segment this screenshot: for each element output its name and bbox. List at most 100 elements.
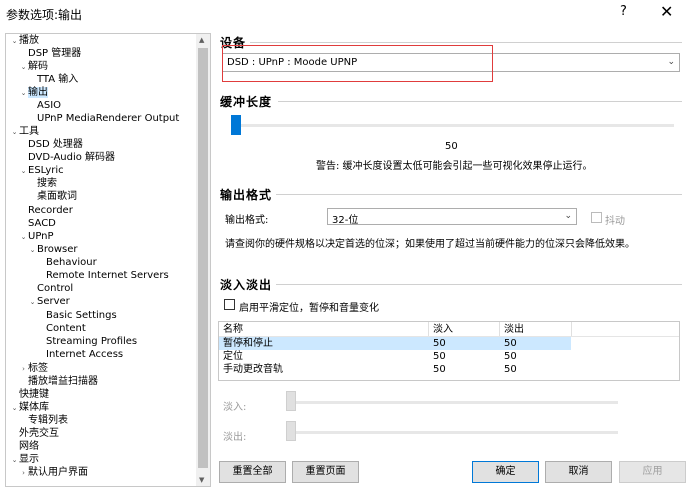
tree-item[interactable]: Streaming Profiles — [37, 335, 137, 348]
tree-item[interactable]: ⌄ 解码 — [19, 60, 48, 73]
chevron-down-icon[interactable]: ⌄ — [19, 231, 28, 244]
tree-item[interactable]: UPnP MediaRenderer Output — [28, 112, 179, 125]
tree-item[interactable]: SACD — [19, 217, 56, 230]
tree-item[interactable]: DSP 管理器 — [19, 47, 81, 60]
chevron-down-icon[interactable]: ⌄ — [10, 126, 19, 139]
fade-in-slider-track[interactable] — [290, 401, 618, 404]
tree-item[interactable]: ⌄ UPnP — [19, 230, 54, 243]
fade-section-title: 淡入淡出 — [220, 278, 273, 292]
tree-item[interactable]: ⌄ 播放 — [10, 34, 39, 47]
tree-item[interactable]: ⌄ 输出 — [19, 86, 48, 99]
bit-depth-select[interactable]: 32-位 ⌄ — [327, 208, 577, 226]
tree-item[interactable]: ⌄ 显示 — [10, 453, 39, 466]
tree-item[interactable]: 搜索 — [28, 177, 57, 190]
format-note: 请查阅你的硬件规格以决定首选的位深；如果使用了超过当前硬件能力的位深只会降低效果… — [225, 239, 635, 250]
tree-item[interactable]: Content — [37, 322, 86, 335]
chevron-down-icon[interactable]: ⌄ — [10, 402, 19, 415]
chevron-down-icon[interactable]: ⌄ — [28, 244, 37, 257]
scrollbar-thumb[interactable] — [198, 48, 208, 468]
tree-item-label: Basic Settings — [46, 310, 117, 321]
tree-item[interactable]: TTA 输入 — [28, 73, 78, 86]
chevron-down-icon[interactable]: ⌄ — [19, 61, 28, 74]
smooth-fade-label: 启用平滑定位，暂停和音量变化 — [239, 303, 379, 314]
dither-checkbox[interactable] — [591, 212, 602, 223]
tree-item[interactable]: ⌄ Browser — [28, 243, 78, 256]
tree-item-label: 输出 — [28, 87, 48, 98]
tree-item-label: Server — [37, 296, 70, 307]
tree-item[interactable]: ⌄ 媒体库 — [10, 401, 49, 414]
tree-item[interactable]: DSD 处理器 — [19, 138, 83, 151]
chevron-right-icon[interactable]: › — [19, 467, 28, 480]
ok-button[interactable]: 确定 — [472, 461, 539, 483]
preferences-tree: ⌄ 播放 DSP 管理器 ⌄ 解码 TTA 输入 ⌄ 输出 ASIO UPnP MediaRend… — [5, 33, 211, 487]
tree-item[interactable]: ⌄ Server — [28, 295, 70, 308]
tree-item[interactable]: Remote Internet Servers — [37, 269, 169, 282]
tree-item[interactable]: 桌面歌词 — [28, 190, 77, 203]
dither-label: 抖动 — [605, 216, 625, 227]
tree-item[interactable]: ⌄ 工具 — [10, 125, 39, 138]
row-fade-in: 50 — [433, 364, 446, 375]
tree-item-label: 快捷键 — [19, 389, 49, 400]
fade-table: 名称 淡入 淡出 暂停和停止 50 50 定位 50 50 手动更改音轨 50 … — [218, 321, 680, 381]
tree-item[interactable]: 播放增益扫描器 — [19, 375, 98, 388]
device-divider — [250, 42, 682, 43]
tree-item-label: Control — [37, 283, 74, 294]
tree-item[interactable]: Internet Access — [37, 348, 123, 361]
row-name: 暂停和停止 — [223, 338, 273, 349]
buffer-warning: 警告: 缓冲长度设置太低可能会引起一些可视化效果停止运行。 — [316, 161, 593, 172]
tree-item-label: Recorder — [28, 205, 73, 216]
tree-item-label: Remote Internet Servers — [46, 270, 169, 281]
tree-item[interactable]: Basic Settings — [37, 309, 117, 322]
format-section-title: 输出格式 — [220, 188, 273, 202]
tree-item[interactable]: › 默认用户界面 — [19, 466, 88, 479]
tree-item-label: 外壳交互 — [19, 428, 59, 439]
chevron-down-icon[interactable]: ⌄ — [19, 165, 28, 178]
buffer-slider-thumb[interactable] — [231, 115, 241, 135]
column-header-fade-in[interactable]: 淡入 — [433, 323, 453, 336]
tree-item[interactable]: 网络 — [10, 440, 39, 453]
tree-item[interactable]: › 标签 — [19, 362, 48, 375]
fade-in-slider-thumb[interactable] — [286, 391, 296, 411]
tree-item[interactable]: 外壳交互 — [10, 427, 59, 440]
tree-item-label: ESLyric — [28, 165, 64, 176]
tree-item[interactable]: ASIO — [28, 99, 61, 112]
help-button[interactable]: ? — [620, 4, 627, 19]
chevron-down-icon[interactable]: ⌄ — [10, 454, 19, 467]
tree-item[interactable]: Behaviour — [37, 256, 97, 269]
tree-item-label: DSP 管理器 — [28, 48, 82, 59]
fade-out-slider-thumb[interactable] — [286, 421, 296, 441]
scroll-down-icon[interactable]: ▼ — [199, 476, 204, 484]
apply-button[interactable]: 应用 — [619, 461, 686, 483]
row-fade-out: 50 — [504, 351, 517, 362]
tree-item[interactable]: 专辑列表 — [19, 414, 68, 427]
close-button[interactable]: ✕ — [660, 2, 673, 21]
format-divider — [276, 194, 682, 195]
tree-item[interactable]: Control — [28, 282, 73, 295]
tree-item[interactable]: 快捷键 — [10, 388, 49, 401]
chevron-down-icon[interactable]: ⌄ — [10, 35, 19, 48]
tree-item[interactable]: Recorder — [19, 204, 73, 217]
tree-scrollbar[interactable]: ▲ ▼ — [196, 34, 210, 486]
scroll-up-icon[interactable]: ▲ — [199, 36, 204, 44]
row-fade-out: 50 — [504, 364, 517, 375]
column-header-name[interactable]: 名称 — [223, 323, 243, 336]
chevron-down-icon[interactable]: ⌄ — [19, 87, 28, 100]
tree-item-label: 网络 — [19, 441, 39, 452]
smooth-fade-checkbox[interactable] — [224, 299, 235, 310]
row-fade-in: 50 — [433, 351, 446, 362]
bit-depth-value: 32-位 — [332, 215, 359, 226]
tree-item[interactable]: DVD-Audio 解码器 — [19, 151, 115, 164]
fade-in-label: 淡入: — [223, 402, 247, 413]
tree-item-label: 工具 — [19, 126, 39, 137]
chevron-down-icon[interactable]: ⌄ — [28, 296, 37, 309]
buffer-slider-track[interactable] — [232, 124, 674, 127]
cancel-button[interactable]: 取消 — [545, 461, 612, 483]
reset-all-button[interactable]: 重置全部 — [219, 461, 286, 483]
fade-table-header: 名称 淡入 淡出 — [219, 322, 679, 337]
tree-item-label: 播放增益扫描器 — [28, 376, 98, 387]
tree-item[interactable]: ⌄ ESLyric — [19, 164, 64, 177]
row-fade-in: 50 — [433, 338, 446, 349]
reset-page-button[interactable]: 重置页面 — [292, 461, 359, 483]
fade-out-slider-track[interactable] — [290, 431, 618, 434]
column-header-fade-out[interactable]: 淡出 — [504, 323, 524, 336]
